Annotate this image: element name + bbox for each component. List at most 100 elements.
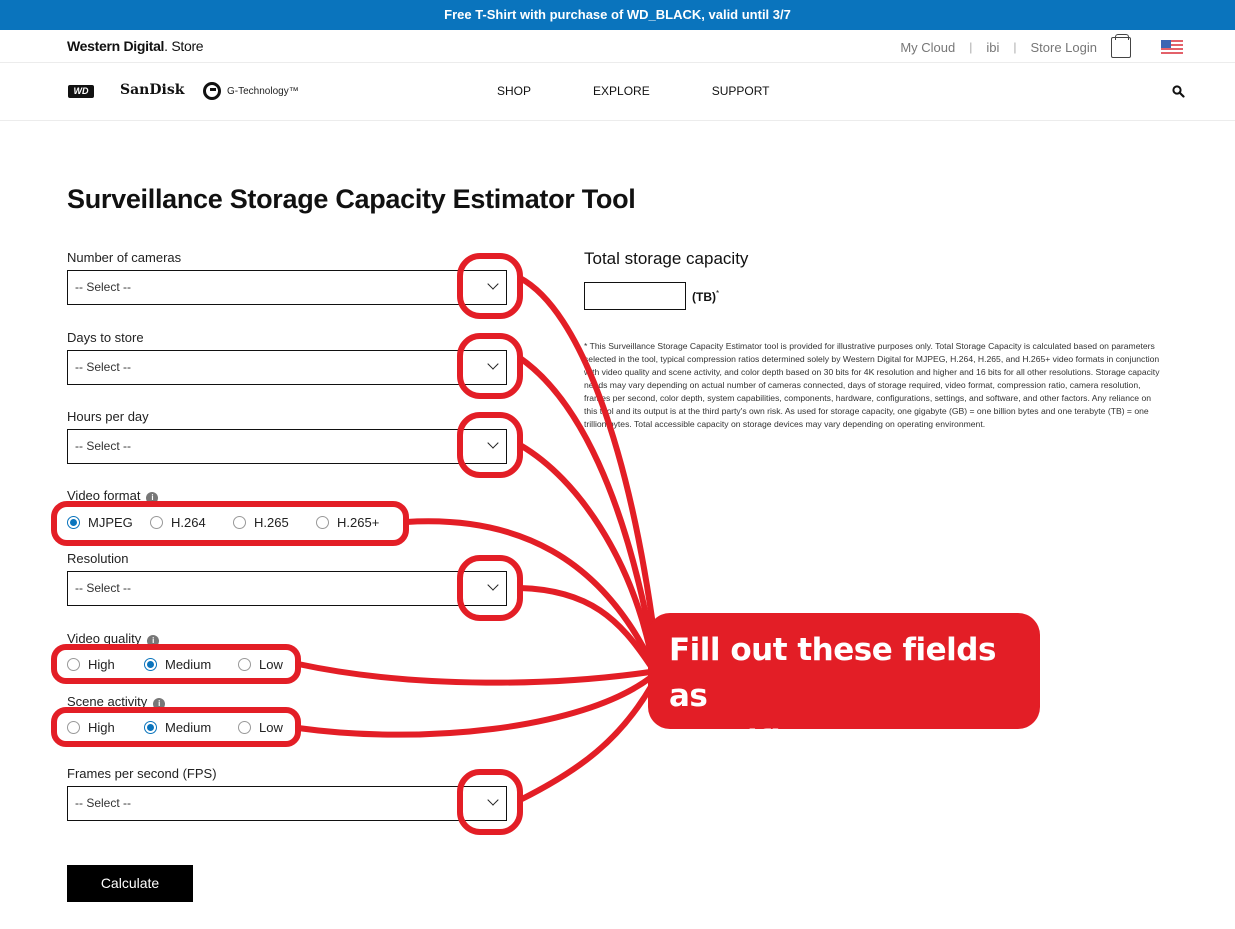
radio-activity-low[interactable]: Low [238,720,283,735]
radio-mjpeg[interactable]: MJPEG [67,515,150,530]
fps-label: Frames per second (FPS) [67,766,217,781]
store-login-link[interactable]: Store Login [1031,40,1098,55]
chevron-down-icon [487,358,499,370]
connector-line [517,275,658,643]
brand-suffix: . Store [164,38,204,54]
radio-selected-icon [144,721,157,734]
select-value: -- Select -- [75,439,132,453]
nav-item-shop[interactable]: SHOP [497,84,531,98]
number-of-cameras-select[interactable]: -- Select -- [67,270,507,305]
divider: | [969,40,973,54]
page-title: Surveillance Storage Capacity Estimator … [67,184,636,214]
days-to-store-label: Days to store [67,330,144,345]
main-nav: WD SanDisk G-Technology™ SHOP EXPLORE SU… [0,63,1235,121]
radio-unselected-icon [67,658,80,671]
chevron-down-icon [487,437,499,449]
video-quality-label-text: Video quality [67,631,142,646]
video-format-label-text: Video format [67,488,141,503]
chevron-down-icon [487,278,499,290]
search-icon[interactable] [1172,85,1185,98]
total-storage-title: Total storage capacity [584,249,749,268]
chevron-down-icon [487,579,499,591]
scene-activity-label-text: Scene activity [67,694,148,709]
wd-logo[interactable]: WD [68,85,94,98]
info-icon[interactable]: i [147,635,160,647]
tb-unit-label: (TB)* [692,289,719,304]
radio-quality-medium[interactable]: Medium [144,657,238,672]
resolution-select[interactable]: -- Select -- [67,571,507,606]
video-format-radio-group: MJPEG H.264 H.265 H.265+ [67,515,379,530]
radio-unselected-icon [233,516,246,529]
callout-line-1: Fill out these fields as [669,632,996,714]
connector-line [295,661,653,686]
radio-unselected-icon [316,516,329,529]
g-technology-icon [203,82,221,100]
info-icon[interactable]: i [153,698,166,710]
radio-selected-icon [144,658,157,671]
info-icon[interactable]: i [146,492,159,504]
connector-line [295,675,653,738]
shopping-bag-icon[interactable] [1111,33,1131,58]
nav-item-support[interactable]: SUPPORT [712,84,770,98]
radio-label: Medium [165,720,212,735]
radio-h264[interactable]: H.264 [150,515,233,530]
radio-unselected-icon [67,721,80,734]
connector-line [517,682,655,803]
divider: | [1013,40,1017,54]
calculate-button[interactable]: Calculate [67,865,193,902]
chevron-down-icon [487,794,499,806]
radio-label: High [88,720,115,735]
radio-selected-icon [67,516,80,529]
footnote-mark: * [716,289,720,298]
hours-per-day-label: Hours per day [67,409,149,424]
utility-bar: Western Digital. Store My Cloud | ibi | … [0,30,1235,63]
radio-label: H.265+ [337,515,380,530]
sandisk-logo[interactable]: SanDisk [120,82,184,98]
radio-h265[interactable]: H.265 [233,515,316,530]
brand-name: Western Digital [67,38,165,54]
radio-unselected-icon [150,516,163,529]
disclaimer-text: * This Surveillance Storage Capacity Est… [584,341,1160,429]
hours-per-day-select[interactable]: -- Select -- [67,429,507,464]
radio-unselected-icon [238,658,251,671]
radio-activity-high[interactable]: High [67,720,144,735]
connector-line [517,442,653,653]
radio-label: H.265 [254,515,289,530]
select-value: -- Select -- [75,796,132,810]
select-value: -- Select -- [75,280,132,294]
radio-label: Low [259,720,283,735]
radio-quality-high[interactable]: High [67,657,144,672]
g-technology-label: G-Technology™ [227,85,299,97]
select-value: -- Select -- [75,360,132,374]
nav-menu: SHOP EXPLORE SUPPORT [497,84,832,98]
radio-label: Low [259,657,283,672]
annotation-callout: Fill out these fields as specific to you… [648,613,1040,760]
store-brand-link[interactable]: Western Digital. Store [67,38,204,54]
days-to-store-select[interactable]: -- Select -- [67,350,507,385]
callout-line-2: specific to your setup [669,724,1038,760]
video-format-label: Video format i [67,488,159,504]
radio-quality-low[interactable]: Low [238,657,283,672]
select-value: -- Select -- [75,581,132,595]
ibi-link[interactable]: ibi [986,40,999,55]
scene-activity-radio-group: High Medium Low [67,720,283,735]
video-quality-radio-group: High Medium Low [67,657,283,672]
radio-label: MJPEG [88,515,133,530]
my-cloud-link[interactable]: My Cloud [900,40,955,55]
unit-text: (TB) [692,290,716,304]
us-flag-icon[interactable] [1161,40,1183,54]
resolution-label: Resolution [67,551,129,566]
video-quality-label: Video quality i [67,631,160,647]
scene-activity-label: Scene activity i [67,694,166,710]
total-storage-output[interactable] [584,282,686,310]
radio-h265-plus[interactable]: H.265+ [316,515,379,530]
number-of-cameras-label: Number of cameras [67,250,182,265]
radio-label: High [88,657,115,672]
radio-activity-medium[interactable]: Medium [144,720,238,735]
promo-banner[interactable]: Free T-Shirt with purchase of WD_BLACK, … [0,0,1235,30]
g-technology-logo[interactable]: G-Technology™ [203,82,299,100]
utility-links: My Cloud | ibi | Store Login [900,33,1183,60]
fps-select[interactable]: -- Select -- [67,786,507,821]
nav-item-explore[interactable]: EXPLORE [593,84,650,98]
connector-line [517,585,653,668]
